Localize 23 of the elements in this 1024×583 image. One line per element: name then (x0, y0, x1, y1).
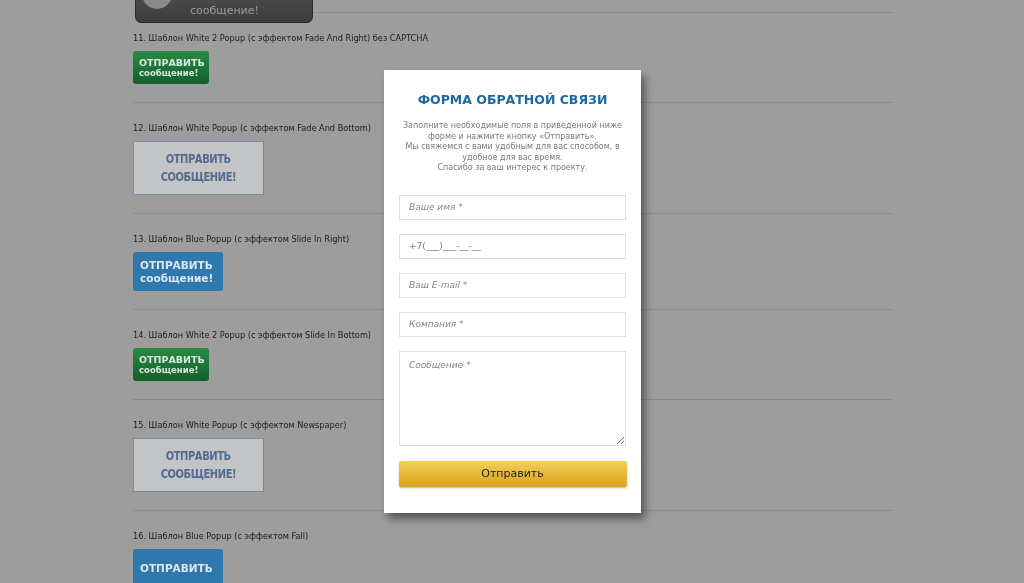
input-field[interactable]: +7(___)___-__-__ (399, 233, 626, 259)
template-label: 12. Шаблон White Popup (с эффектом Fade And Bottom) (133, 122, 371, 134)
template-label: 15. Шаблон White Popup (с эффектом Newspaper) (133, 419, 347, 431)
message-field[interactable]: Сообщение * (399, 350, 626, 446)
template-label: 13. Шаблон Blue Popup (с эффектом Slide In Right) (133, 233, 350, 245)
form-title: ФОРМА ОБРАТНОЙ СВЯЗИ (417, 92, 608, 107)
description-text: Заполните необходимые поля в приведенной ниже форме и нажмите кнопку «Отправить». (401, 121, 624, 142)
submit-button[interactable]: Отправить (398, 460, 627, 487)
template-label: 14. Шаблон White 2 Popup (с эффектом Slide In Bottom) (133, 329, 372, 341)
send-message-button[interactable]: ОТПРАВИТЬ сообщение! (133, 51, 209, 84)
send-message-button[interactable]: ОТПРАВИТЬ (133, 549, 223, 583)
description-text: Мы свяжемся с вами удобным для вас способом, в удобное для вас время. (404, 142, 621, 163)
send-message-button[interactable]: ОТПРАВИТЬ СООБЩЕНИЕ! (133, 438, 264, 492)
send-message-button[interactable]: ОТПРАВИТЬ сообщение! (133, 252, 223, 291)
input-field[interactable]: Ваше имя * (399, 194, 626, 220)
template-label: 16. Шаблон Blue Popup (с эффектом Fall) (133, 530, 309, 542)
input-field[interactable]: Компания * (399, 311, 626, 337)
send-message-button[interactable]: ОТПРАВИТЬ СООБЩЕНИЕ! (133, 141, 264, 195)
template-label: 11. Шаблон White 2 Popup (с эффектом Fade And Right) без CAPTCHA (133, 32, 429, 44)
description-text: Спасибо за ваш интерес к проекту. (436, 163, 589, 174)
send-message-button[interactable]: ОТПРАВИТЬ сообщение! (133, 348, 209, 381)
send-message-button[interactable]: сообщение! (135, 0, 313, 23)
input-field[interactable]: Ваш E-mail * (399, 272, 626, 298)
